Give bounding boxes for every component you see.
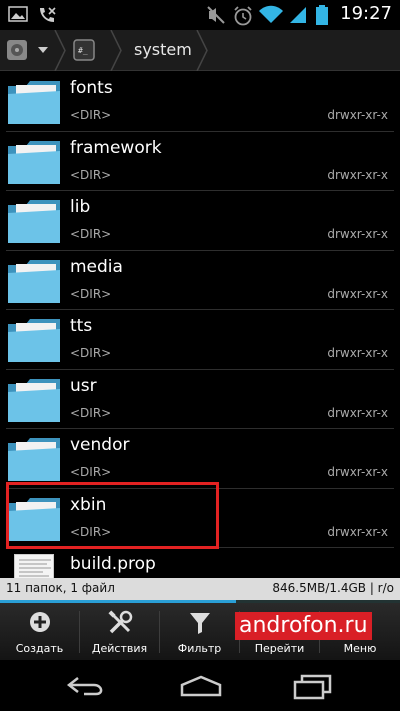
folder-icon [8, 378, 60, 422]
list-item[interactable]: xbin <DIR> drwxr-xr-x [0, 489, 400, 548]
menu-label: Меню [343, 642, 377, 655]
navigation-bar [0, 660, 400, 711]
breadcrumb-bar: #_ system [0, 30, 400, 71]
file-name: framework [70, 137, 162, 158]
funnel-icon [189, 613, 210, 634]
file-permissions: drwxr-xr-x [327, 108, 388, 122]
file-name: build.prop [70, 554, 156, 574]
storage-icon[interactable] [6, 39, 28, 61]
list-item[interactable]: vendor <DIR> drwxr-xr-x [0, 429, 400, 489]
file-name: media [70, 256, 123, 277]
battery-icon [316, 5, 328, 25]
folder-icon [8, 438, 60, 481]
storage-info: 846.5MB/1.4GB | r/o [272, 581, 394, 595]
create-label: Создать [15, 642, 64, 655]
folder-icon [8, 497, 60, 541]
list-item[interactable]: tts <DIR> drwxr-xr-x [0, 310, 400, 370]
crumb-separator [196, 30, 208, 71]
recent-apps-icon[interactable] [292, 674, 334, 700]
create-button[interactable]: Создать [0, 603, 79, 660]
list-item[interactable]: framework <DIR> drwxr-xr-x [0, 132, 400, 191]
gallery-icon [8, 6, 28, 22]
status-bar: 19:27 [0, 0, 400, 30]
chevron-down-icon[interactable] [38, 47, 48, 54]
folder-icon [8, 81, 60, 124]
file-permissions: drwxr-xr-x [327, 405, 388, 420]
file-permissions: drwxr-xr-x [327, 227, 388, 241]
watermark: androfon.ru [235, 612, 372, 640]
file-name: fonts [70, 78, 113, 98]
folder-icon [8, 140, 60, 184]
phone-missed-icon [40, 7, 56, 22]
crumb-separator [110, 30, 122, 71]
tools-icon [107, 610, 132, 634]
folder-icon [8, 259, 60, 303]
home-icon[interactable] [178, 674, 224, 698]
crumb-separator [54, 30, 66, 71]
file-type: <DIR> [70, 524, 112, 539]
list-item[interactable]: media <DIR> drwxr-xr-x [0, 251, 400, 310]
clock: 19:27 [340, 3, 392, 24]
breadcrumb-current[interactable]: system [134, 40, 192, 59]
list-item[interactable]: usr <DIR> drwxr-xr-x [0, 370, 400, 429]
folder-icon [8, 200, 60, 243]
file-permissions: drwxr-xr-x [327, 167, 388, 182]
folder-summary: 11 папок, 1 файл [6, 581, 115, 595]
file-name: lib [70, 197, 91, 217]
alarm-icon [234, 6, 252, 26]
file-permissions: drwxr-xr-x [327, 346, 388, 360]
file-permissions: drwxr-xr-x [327, 465, 388, 479]
file-permissions: drwxr-xr-x [327, 286, 388, 301]
actions-button[interactable]: Действия [80, 603, 159, 660]
list-item[interactable]: fonts <DIR> drwxr-xr-x [0, 72, 400, 132]
file-name: tts [70, 316, 93, 336]
plus-circle-icon [29, 612, 50, 632]
file-type: <DIR> [70, 286, 112, 301]
filter-button[interactable]: Фильтр [160, 603, 239, 660]
actions-label: Действия [91, 642, 148, 655]
file-type: <DIR> [70, 405, 112, 420]
file-type: <DIR> [70, 346, 112, 360]
info-bar: 11 папок, 1 файл 846.5MB/1.4GB | r/o [0, 578, 400, 600]
file-name: usr [70, 375, 97, 396]
file-type: <DIR> [70, 167, 112, 182]
back-icon[interactable] [66, 674, 108, 698]
file-type: <DIR> [70, 108, 112, 122]
file-type: <DIR> [70, 227, 112, 241]
wifi-icon [259, 5, 283, 23]
file-name: xbin [70, 494, 107, 515]
folder-icon [8, 319, 60, 362]
signal-icon [290, 7, 306, 23]
filter-label: Фильтр [177, 642, 222, 655]
svg-text:#_: #_ [78, 46, 88, 55]
file-type: <DIR> [70, 465, 112, 479]
goto-label: Перейти [254, 642, 305, 655]
list-item[interactable]: lib <DIR> drwxr-xr-x [0, 191, 400, 251]
file-name: vendor [70, 435, 130, 455]
file-permissions: drwxr-xr-x [327, 524, 388, 539]
terminal-icon[interactable]: #_ [73, 39, 95, 61]
file-list: fonts <DIR> drwxr-xr-x framework <DIR> d… [0, 72, 400, 584]
mute-icon [207, 6, 225, 24]
